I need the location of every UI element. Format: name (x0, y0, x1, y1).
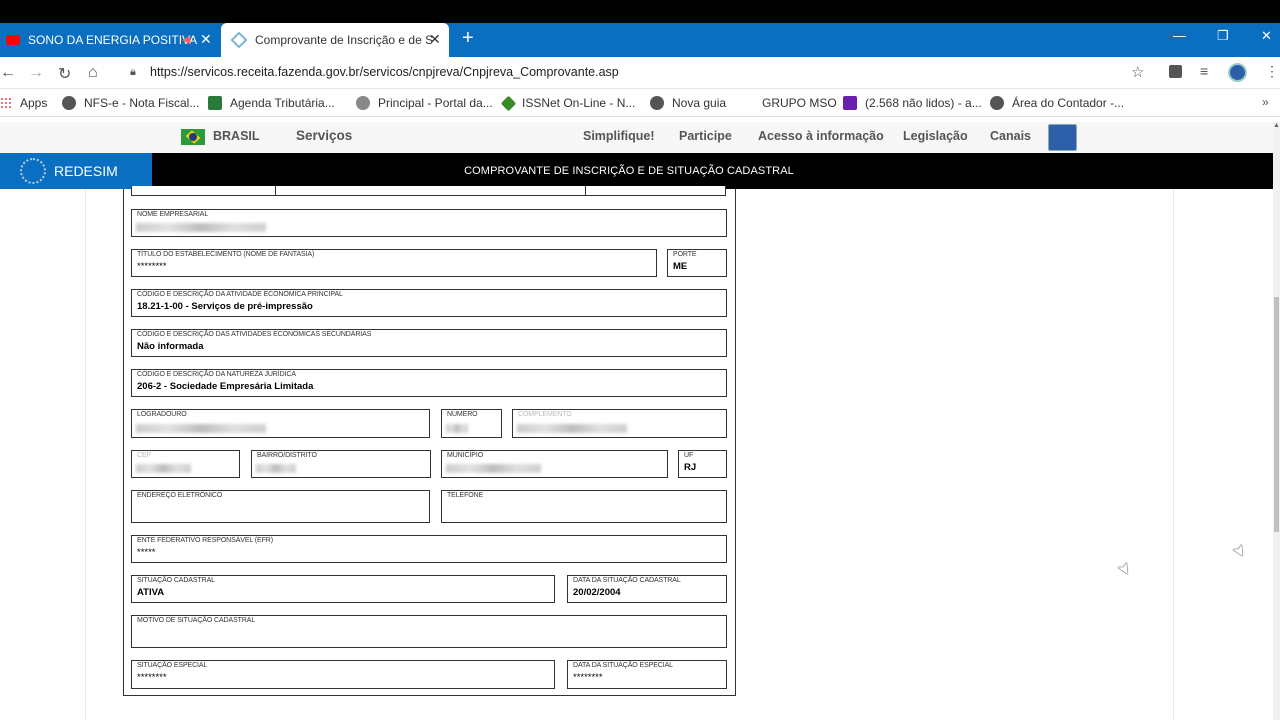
accessibility-icon[interactable] (1048, 124, 1077, 151)
audio-icon: ◀ (182, 34, 191, 46)
bookmark-item[interactable]: GRUPO MSO (762, 96, 837, 110)
star-icon[interactable]: ☆ (1131, 63, 1144, 81)
bookmark-item[interactable]: ISSNet On-Line - N... (500, 95, 635, 111)
field-cep: CEP (131, 450, 240, 478)
tab-title: SONO DA ENERGIA POSITIVA (28, 33, 198, 47)
field-bairro: BAIRRO/DISTRITO (251, 450, 431, 478)
reload-icon[interactable]: ↻ (58, 64, 71, 84)
scroll-up-arrow-icon[interactable]: ▲ (1273, 122, 1280, 132)
gov-link-canais[interactable]: Canais (990, 129, 1031, 143)
mouse-cursor-icon: ➤ (1229, 540, 1251, 561)
scrollbar-thumb[interactable] (1274, 297, 1279, 532)
field-municipio: MUNICÍPIO (441, 450, 668, 478)
field-logradouro: LOGRADOURO (131, 409, 430, 438)
field-nome-empresarial: NOME EMPRESARIAL (131, 209, 727, 237)
receita-favicon-icon (230, 31, 248, 49)
field-motivo: MOTIVO DE SITUAÇÃO CADASTRAL (131, 615, 727, 648)
url-field[interactable]: https://servicos.receita.fazenda.gov.br/… (150, 65, 619, 79)
more-bookmarks-icon[interactable]: » (1262, 95, 1269, 109)
gov-link-participe[interactable]: Participe (679, 129, 732, 143)
home-icon[interactable]: ⌂ (88, 64, 98, 82)
avatar[interactable] (1228, 63, 1247, 82)
redesim-emblem-icon (20, 158, 46, 184)
bookmark-item[interactable]: Agenda Tributária... (208, 96, 335, 110)
forward-arrow-icon[interactable]: → (28, 64, 44, 82)
tab-title: Comprovante de Inscrição e de S (255, 33, 434, 47)
redacted-value (256, 464, 296, 473)
redacted-value (136, 223, 266, 232)
redacted-value (517, 424, 627, 433)
redacted-value (136, 464, 191, 473)
redacted-value (446, 464, 541, 473)
bookmark-item[interactable]: Nova guia (650, 96, 726, 110)
new-tab-button[interactable]: + (462, 27, 474, 50)
agenda-icon (208, 96, 222, 110)
page-title: COMPROVANTE DE INSCRIÇÃO E DE SITUAÇÃO C… (464, 165, 794, 177)
portal-icon (356, 96, 370, 110)
youtube-icon (6, 35, 20, 45)
redesim-logo: REDESIM (0, 153, 152, 189)
back-arrow-icon[interactable]: ← (0, 64, 16, 82)
field-complemento: COMPLEMENTO (512, 409, 727, 438)
minimize-button[interactable]: — (1173, 28, 1186, 43)
brazil-flag-icon (181, 129, 205, 145)
field-titulo: TÍTULO DO ESTABELECIMENTO (NOME DE FANTA… (131, 249, 657, 277)
tab-comprovante[interactable]: Comprovante de Inscrição e de S ✕ (221, 23, 449, 57)
bookmark-item[interactable]: (2.568 não lidos) - a... (843, 96, 982, 110)
field-natureza-juridica: CÓDIGO E DESCRIÇÃO DA NATUREZA JURÍDICA … (131, 369, 727, 397)
close-window-button[interactable]: ✕ (1261, 28, 1272, 44)
yahoo-mail-icon (843, 96, 857, 110)
reading-list-icon[interactable]: ≡ (1200, 63, 1208, 79)
globe-icon (650, 96, 664, 110)
gov-link-acesso[interactable]: Acesso à informação (758, 129, 884, 143)
issnet-icon (500, 95, 517, 111)
gov-servicos-link[interactable]: Serviços (296, 128, 352, 143)
extensions-icon[interactable] (1169, 65, 1182, 78)
bookmark-apps[interactable]: Apps (0, 96, 47, 110)
globe-icon (990, 96, 1004, 110)
gov-link-simplifique[interactable]: Simplifique! (583, 129, 655, 143)
field-uf: UF RJ (678, 450, 727, 478)
bookmark-item[interactable]: Principal - Portal da... (356, 96, 493, 110)
redacted-value (446, 424, 468, 433)
restore-button[interactable]: ❐ (1217, 28, 1229, 44)
menu-dots-icon[interactable]: ⋮ (1265, 63, 1279, 80)
field-porte: PORTE ME (667, 249, 727, 277)
field-data-situacao: DATA DA SITUAÇÃO CADASTRAL 20/02/2004 (567, 575, 727, 603)
apps-grid-icon (0, 97, 12, 109)
gov-link-legislacao[interactable]: Legislação (903, 129, 968, 143)
globe-icon (62, 96, 76, 110)
gov-brasil-link[interactable]: BRASIL (213, 129, 260, 143)
lock-icon[interactable]: 🔒︎ (130, 66, 136, 79)
field-situacao-especial: SITUAÇÃO ESPECIAL ******** (131, 660, 555, 689)
field-email: ENDEREÇO ELETRÔNICO (131, 490, 430, 523)
partial-row (131, 186, 726, 196)
redacted-value (136, 424, 266, 433)
field-efr: ENTE FEDERATIVO RESPONSÁVEL (EFR) ***** (131, 535, 727, 563)
field-telefone: TELEFONE (441, 490, 727, 523)
tab-youtube[interactable]: SONO DA ENERGIA POSITIVA ◀ ✕ (0, 23, 220, 57)
bookmark-item[interactable]: Área do Contador -... (990, 96, 1124, 110)
field-atividade-principal: CÓDIGO E DESCRIÇÃO DA ATIVIDADE ECONÔMIC… (131, 289, 727, 317)
tab-close-icon[interactable]: ✕ (429, 31, 441, 48)
tab-close-icon[interactable]: ✕ (200, 31, 212, 48)
field-situacao-cadastral: SITUAÇÃO CADASTRAL ATIVA (131, 575, 555, 603)
field-data-situacao-especial: DATA DA SITUAÇÃO ESPECIAL ******** (567, 660, 727, 689)
comprovante-form: NOME EMPRESARIAL TÍTULO DO ESTABELECIMEN… (123, 186, 736, 696)
bookmark-item[interactable]: NFS-e - Nota Fiscal... (62, 96, 199, 110)
field-numero: NÚMERO (441, 409, 502, 438)
field-atividades-secundarias: CÓDIGO E DESCRIÇÃO DAS ATIVIDADES ECONÔM… (131, 329, 727, 357)
